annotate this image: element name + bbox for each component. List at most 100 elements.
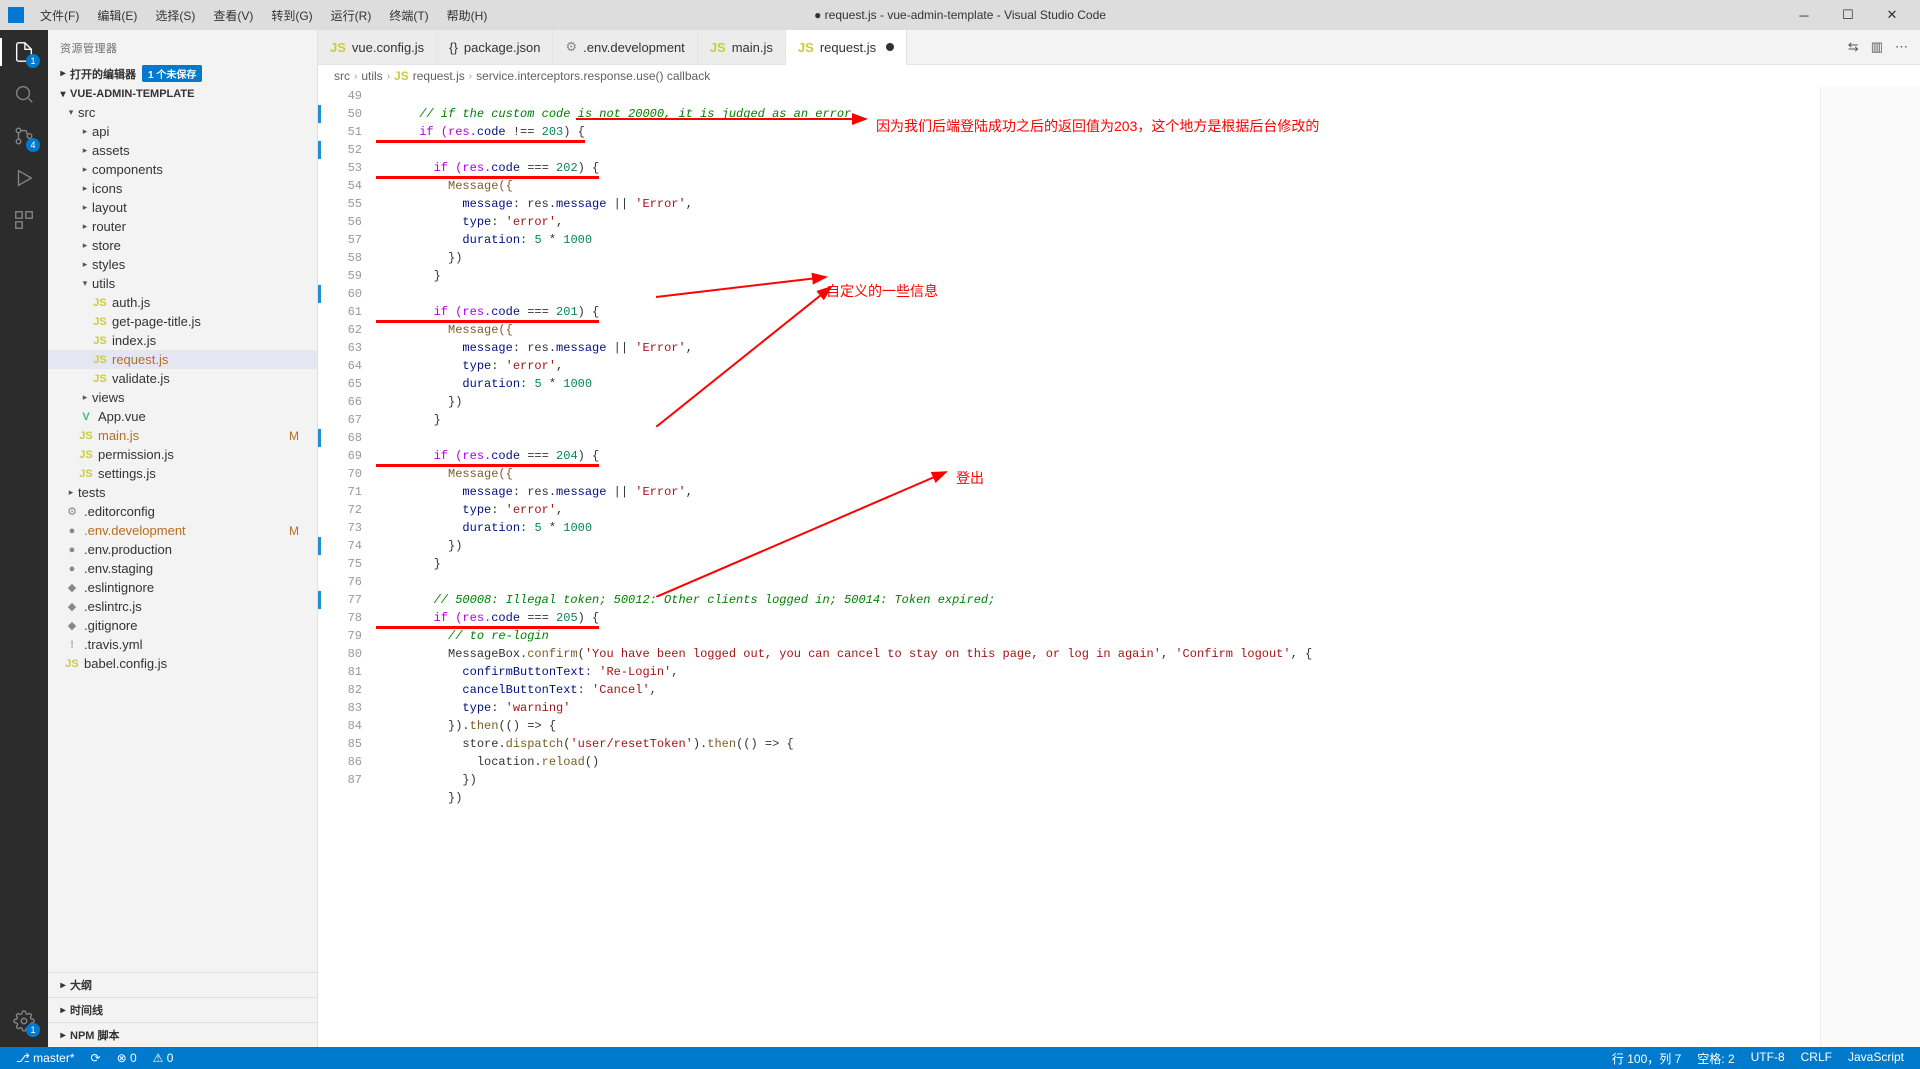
search-icon[interactable] bbox=[10, 80, 38, 108]
breadcrumb[interactable]: src › utils › JS request.js › service.in… bbox=[318, 65, 1920, 87]
folder-views[interactable]: ▸views bbox=[48, 388, 317, 407]
minimize-icon[interactable]: ─ bbox=[1784, 1, 1824, 29]
close-icon[interactable]: ✕ bbox=[1872, 1, 1912, 29]
line-numbers: 4950515253545556575859606162636465666768… bbox=[318, 87, 376, 1047]
chevron-right-icon: ▸ bbox=[78, 202, 92, 213]
dot-icon: ● bbox=[64, 563, 80, 575]
folder-api[interactable]: ▸api bbox=[48, 122, 317, 141]
menu-selection[interactable]: 选择(S) bbox=[147, 3, 203, 28]
arrow-icon bbox=[656, 287, 836, 427]
tab-envdev[interactable]: ⚙.env.development bbox=[553, 30, 697, 64]
tab-main[interactable]: JSmain.js bbox=[698, 30, 786, 64]
file-main[interactable]: JSmain.jsM bbox=[48, 426, 317, 445]
tab-request[interactable]: JSrequest.js bbox=[786, 30, 907, 65]
menu-bar: 文件(F) 编辑(E) 选择(S) 查看(V) 转到(G) 运行(R) 终端(T… bbox=[32, 3, 495, 28]
file-eslintignore[interactable]: ◆.eslintignore bbox=[48, 578, 317, 597]
status-encoding[interactable]: UTF-8 bbox=[1743, 1050, 1793, 1067]
folder-tests[interactable]: ▸tests bbox=[48, 483, 317, 502]
file-gitignore[interactable]: ◆.gitignore bbox=[48, 616, 317, 635]
folder-router[interactable]: ▸router bbox=[48, 217, 317, 236]
code-area[interactable]: // if the custom code is not 20000, it i… bbox=[376, 87, 1820, 1047]
js-icon: JS bbox=[92, 373, 108, 385]
breadcrumb-part[interactable]: utils bbox=[361, 69, 382, 83]
file-request[interactable]: JSrequest.js bbox=[48, 350, 317, 369]
file-envstage[interactable]: ●.env.staging bbox=[48, 559, 317, 578]
compare-icon[interactable]: ⇆ bbox=[1848, 39, 1859, 55]
timeline-section[interactable]: ▸时间线 bbox=[48, 997, 317, 1022]
status-lang[interactable]: JavaScript bbox=[1840, 1050, 1912, 1067]
breadcrumb-part[interactable]: request.js bbox=[413, 69, 465, 83]
debug-icon[interactable] bbox=[10, 164, 38, 192]
file-eslintrc[interactable]: ◆.eslintrc.js bbox=[48, 597, 317, 616]
file-auth[interactable]: JSauth.js bbox=[48, 293, 317, 312]
file-appvue[interactable]: VApp.vue bbox=[48, 407, 317, 426]
status-eol[interactable]: CRLF bbox=[1793, 1050, 1840, 1067]
menu-edit[interactable]: 编辑(E) bbox=[89, 3, 145, 28]
tab-vueconfig[interactable]: JSvue.config.js bbox=[318, 30, 437, 64]
file-travis[interactable]: !.travis.yml bbox=[48, 635, 317, 654]
menu-go[interactable]: 转到(G) bbox=[263, 3, 320, 28]
maximize-icon[interactable]: ☐ bbox=[1828, 1, 1868, 29]
status-branch[interactable]: ⎇ master* bbox=[8, 1051, 83, 1065]
status-warnings[interactable]: ⚠ 0 bbox=[145, 1051, 182, 1065]
outline-section[interactable]: ▸大纲 bbox=[48, 972, 317, 997]
chevron-down-icon: ▾ bbox=[64, 107, 78, 118]
editor-body[interactable]: 4950515253545556575859606162636465666768… bbox=[318, 87, 1920, 1047]
scm-icon[interactable]: 4 bbox=[10, 122, 38, 150]
gear-icon: ⚙ bbox=[64, 505, 80, 518]
chevron-right-icon: ▸ bbox=[64, 487, 78, 498]
vue-icon: V bbox=[78, 411, 94, 423]
npm-section[interactable]: ▸NPM 脚本 bbox=[48, 1022, 317, 1047]
annotations-overlay: 因为我们后端登陆成功之后的返回值为203，这个地方是根据后台修改的 自定义的一些… bbox=[376, 87, 1820, 1047]
project-name: VUE-ADMIN-TEMPLATE bbox=[70, 88, 194, 100]
menu-file[interactable]: 文件(F) bbox=[32, 3, 87, 28]
folder-store[interactable]: ▸store bbox=[48, 236, 317, 255]
file-permission[interactable]: JSpermission.js bbox=[48, 445, 317, 464]
folder-assets[interactable]: ▸assets bbox=[48, 141, 317, 160]
dirty-icon bbox=[886, 43, 894, 51]
folder-utils[interactable]: ▾utils bbox=[48, 274, 317, 293]
status-sync[interactable]: ⟳ bbox=[83, 1051, 109, 1065]
status-spaces[interactable]: 空格: 2 bbox=[1689, 1050, 1742, 1067]
folder-icons[interactable]: ▸icons bbox=[48, 179, 317, 198]
file-index[interactable]: JSindex.js bbox=[48, 331, 317, 350]
js-icon: JS bbox=[798, 40, 814, 55]
js-icon: JS bbox=[78, 468, 94, 480]
file-envdev[interactable]: ●.env.developmentM bbox=[48, 521, 317, 540]
folder-src[interactable]: ▾src bbox=[48, 103, 317, 122]
file-settings[interactable]: JSsettings.js bbox=[48, 464, 317, 483]
menu-view[interactable]: 查看(V) bbox=[205, 3, 261, 28]
status-position[interactable]: 行 100，列 7 bbox=[1604, 1050, 1689, 1067]
file-validate[interactable]: JSvalidate.js bbox=[48, 369, 317, 388]
status-errors[interactable]: ⊗ 0 bbox=[109, 1051, 145, 1065]
split-icon[interactable]: ▥ bbox=[1871, 39, 1883, 55]
js-icon: JS bbox=[330, 40, 346, 55]
open-editors-section[interactable]: ▸ 打开的编辑器 1 个未保存 bbox=[48, 62, 317, 85]
js-icon: JS bbox=[92, 354, 108, 366]
file-editorconfig[interactable]: ⚙.editorconfig bbox=[48, 502, 317, 521]
menu-run[interactable]: 运行(R) bbox=[323, 3, 380, 28]
annotation: 登出 bbox=[956, 469, 984, 487]
tab-package[interactable]: {}package.json bbox=[437, 30, 553, 64]
settings-icon[interactable]: 1 bbox=[10, 1007, 38, 1035]
minimap[interactable] bbox=[1820, 87, 1920, 1047]
breadcrumb-part[interactable]: src bbox=[334, 69, 350, 83]
file-getpagetitle[interactable]: JSget-page-title.js bbox=[48, 312, 317, 331]
folder-styles[interactable]: ▸styles bbox=[48, 255, 317, 274]
js-icon: JS bbox=[92, 297, 108, 309]
chevron-right-icon: › bbox=[354, 71, 357, 82]
file-envprod[interactable]: ●.env.production bbox=[48, 540, 317, 559]
menu-help[interactable]: 帮助(H) bbox=[439, 3, 496, 28]
explorer-icon[interactable]: 1 bbox=[10, 38, 38, 66]
more-icon[interactable]: ⋯ bbox=[1895, 39, 1908, 55]
menu-terminal[interactable]: 终端(T) bbox=[381, 3, 436, 28]
folder-layout[interactable]: ▸layout bbox=[48, 198, 317, 217]
file-babel[interactable]: JSbabel.config.js bbox=[48, 654, 317, 673]
project-section[interactable]: ▾ VUE-ADMIN-TEMPLATE bbox=[48, 85, 317, 103]
breadcrumb-symbol[interactable]: service.interceptors.response.use() call… bbox=[476, 69, 710, 83]
js-icon: JS bbox=[92, 335, 108, 347]
extensions-icon[interactable] bbox=[10, 206, 38, 234]
arrow-icon bbox=[656, 272, 836, 302]
folder-components[interactable]: ▸components bbox=[48, 160, 317, 179]
js-icon: JS bbox=[64, 658, 80, 670]
